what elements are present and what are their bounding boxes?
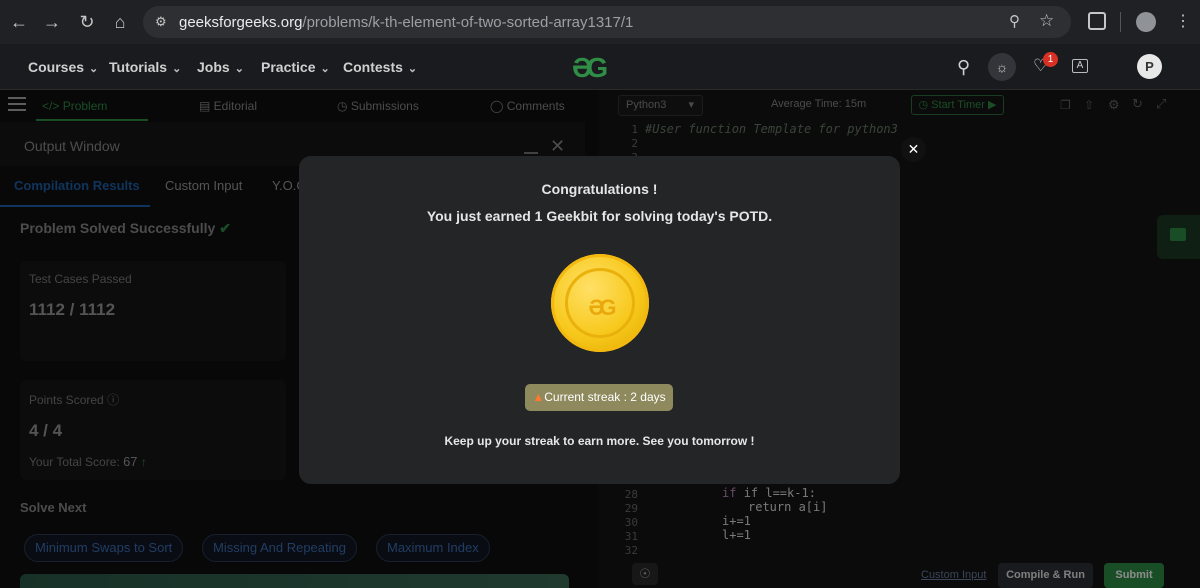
more-menu-icon[interactable]: ⋮: [1175, 11, 1191, 31]
modal-title: Congratulations !: [541, 181, 658, 197]
nav-contests[interactable]: Contests ⌄: [343, 59, 417, 75]
streak-badge: ▲Current streak : 2 days: [525, 384, 673, 411]
nav-contests-label: Contests: [343, 59, 403, 75]
forward-icon[interactable]: →: [42, 12, 62, 32]
chevron-down-icon: ⌄: [407, 63, 418, 75]
notification-badge: 1: [1043, 52, 1058, 67]
url-host: geeksforgeeks.org: [179, 14, 303, 31]
browser-toolbar: ← → ↻ ⌂ ⚙ geeksforgeeks.org/problems/k-t…: [0, 0, 1200, 44]
translate-icon[interactable]: A: [1072, 59, 1088, 73]
nav-courses-label: Courses: [28, 59, 85, 75]
nav-jobs[interactable]: Jobs ⌄: [197, 59, 244, 75]
extensions-icon[interactable]: [1088, 12, 1106, 30]
theme-toggle-icon[interactable]: ☼: [988, 53, 1016, 81]
modal-footer: Keep up your streak to earn more. See yo…: [444, 434, 755, 448]
toolbar-divider: [1120, 12, 1121, 32]
url-path: /problems/k-th-element-of-two-sorted-arr…: [302, 14, 634, 31]
fire-icon: ▲: [532, 390, 545, 404]
gfg-logo[interactable]: ƏG: [572, 52, 608, 84]
nav-practice-label: Practice: [261, 59, 316, 75]
url-text[interactable]: geeksforgeeks.org/problems/k-th-element-…: [179, 14, 633, 31]
address-bar[interactable]: ⚙ geeksforgeeks.org/problems/k-th-elemen…: [143, 6, 1071, 38]
user-avatar[interactable]: P: [1137, 54, 1162, 79]
nav-tutorials[interactable]: Tutorials ⌄: [109, 59, 181, 75]
zoom-icon[interactable]: ⚲: [1009, 12, 1020, 30]
chevron-down-icon: ⌄: [234, 63, 244, 75]
streak-text: Current streak : 2 days: [544, 390, 666, 404]
home-icon[interactable]: ⌂: [110, 12, 130, 32]
geekbit-coin-icon: ƏG: [551, 254, 649, 352]
back-icon[interactable]: ←: [9, 12, 29, 32]
nav-jobs-label: Jobs: [197, 59, 230, 75]
chevron-down-icon: ⌄: [320, 63, 330, 75]
chevron-down-icon: ⌄: [172, 63, 182, 75]
modal-subtitle: You just earned 1 Geekbit for solving to…: [426, 208, 773, 224]
chevron-down-icon: ⌄: [89, 63, 99, 75]
profile-avatar-icon[interactable]: [1136, 12, 1156, 32]
coin-rim: ƏG: [565, 268, 635, 338]
coin-logo: ƏG: [588, 295, 616, 320]
nav-tutorials-label: Tutorials: [109, 59, 168, 75]
nav-practice[interactable]: Practice ⌄: [261, 59, 330, 75]
site-info-icon[interactable]: ⚙: [155, 14, 167, 30]
reload-icon[interactable]: ↻: [77, 12, 97, 32]
bookmark-star-icon[interactable]: ☆: [1039, 11, 1054, 31]
close-modal-icon[interactable]: ✕: [901, 137, 926, 162]
nav-courses[interactable]: Courses ⌄: [28, 59, 98, 75]
search-icon[interactable]: ⚲: [957, 57, 970, 78]
